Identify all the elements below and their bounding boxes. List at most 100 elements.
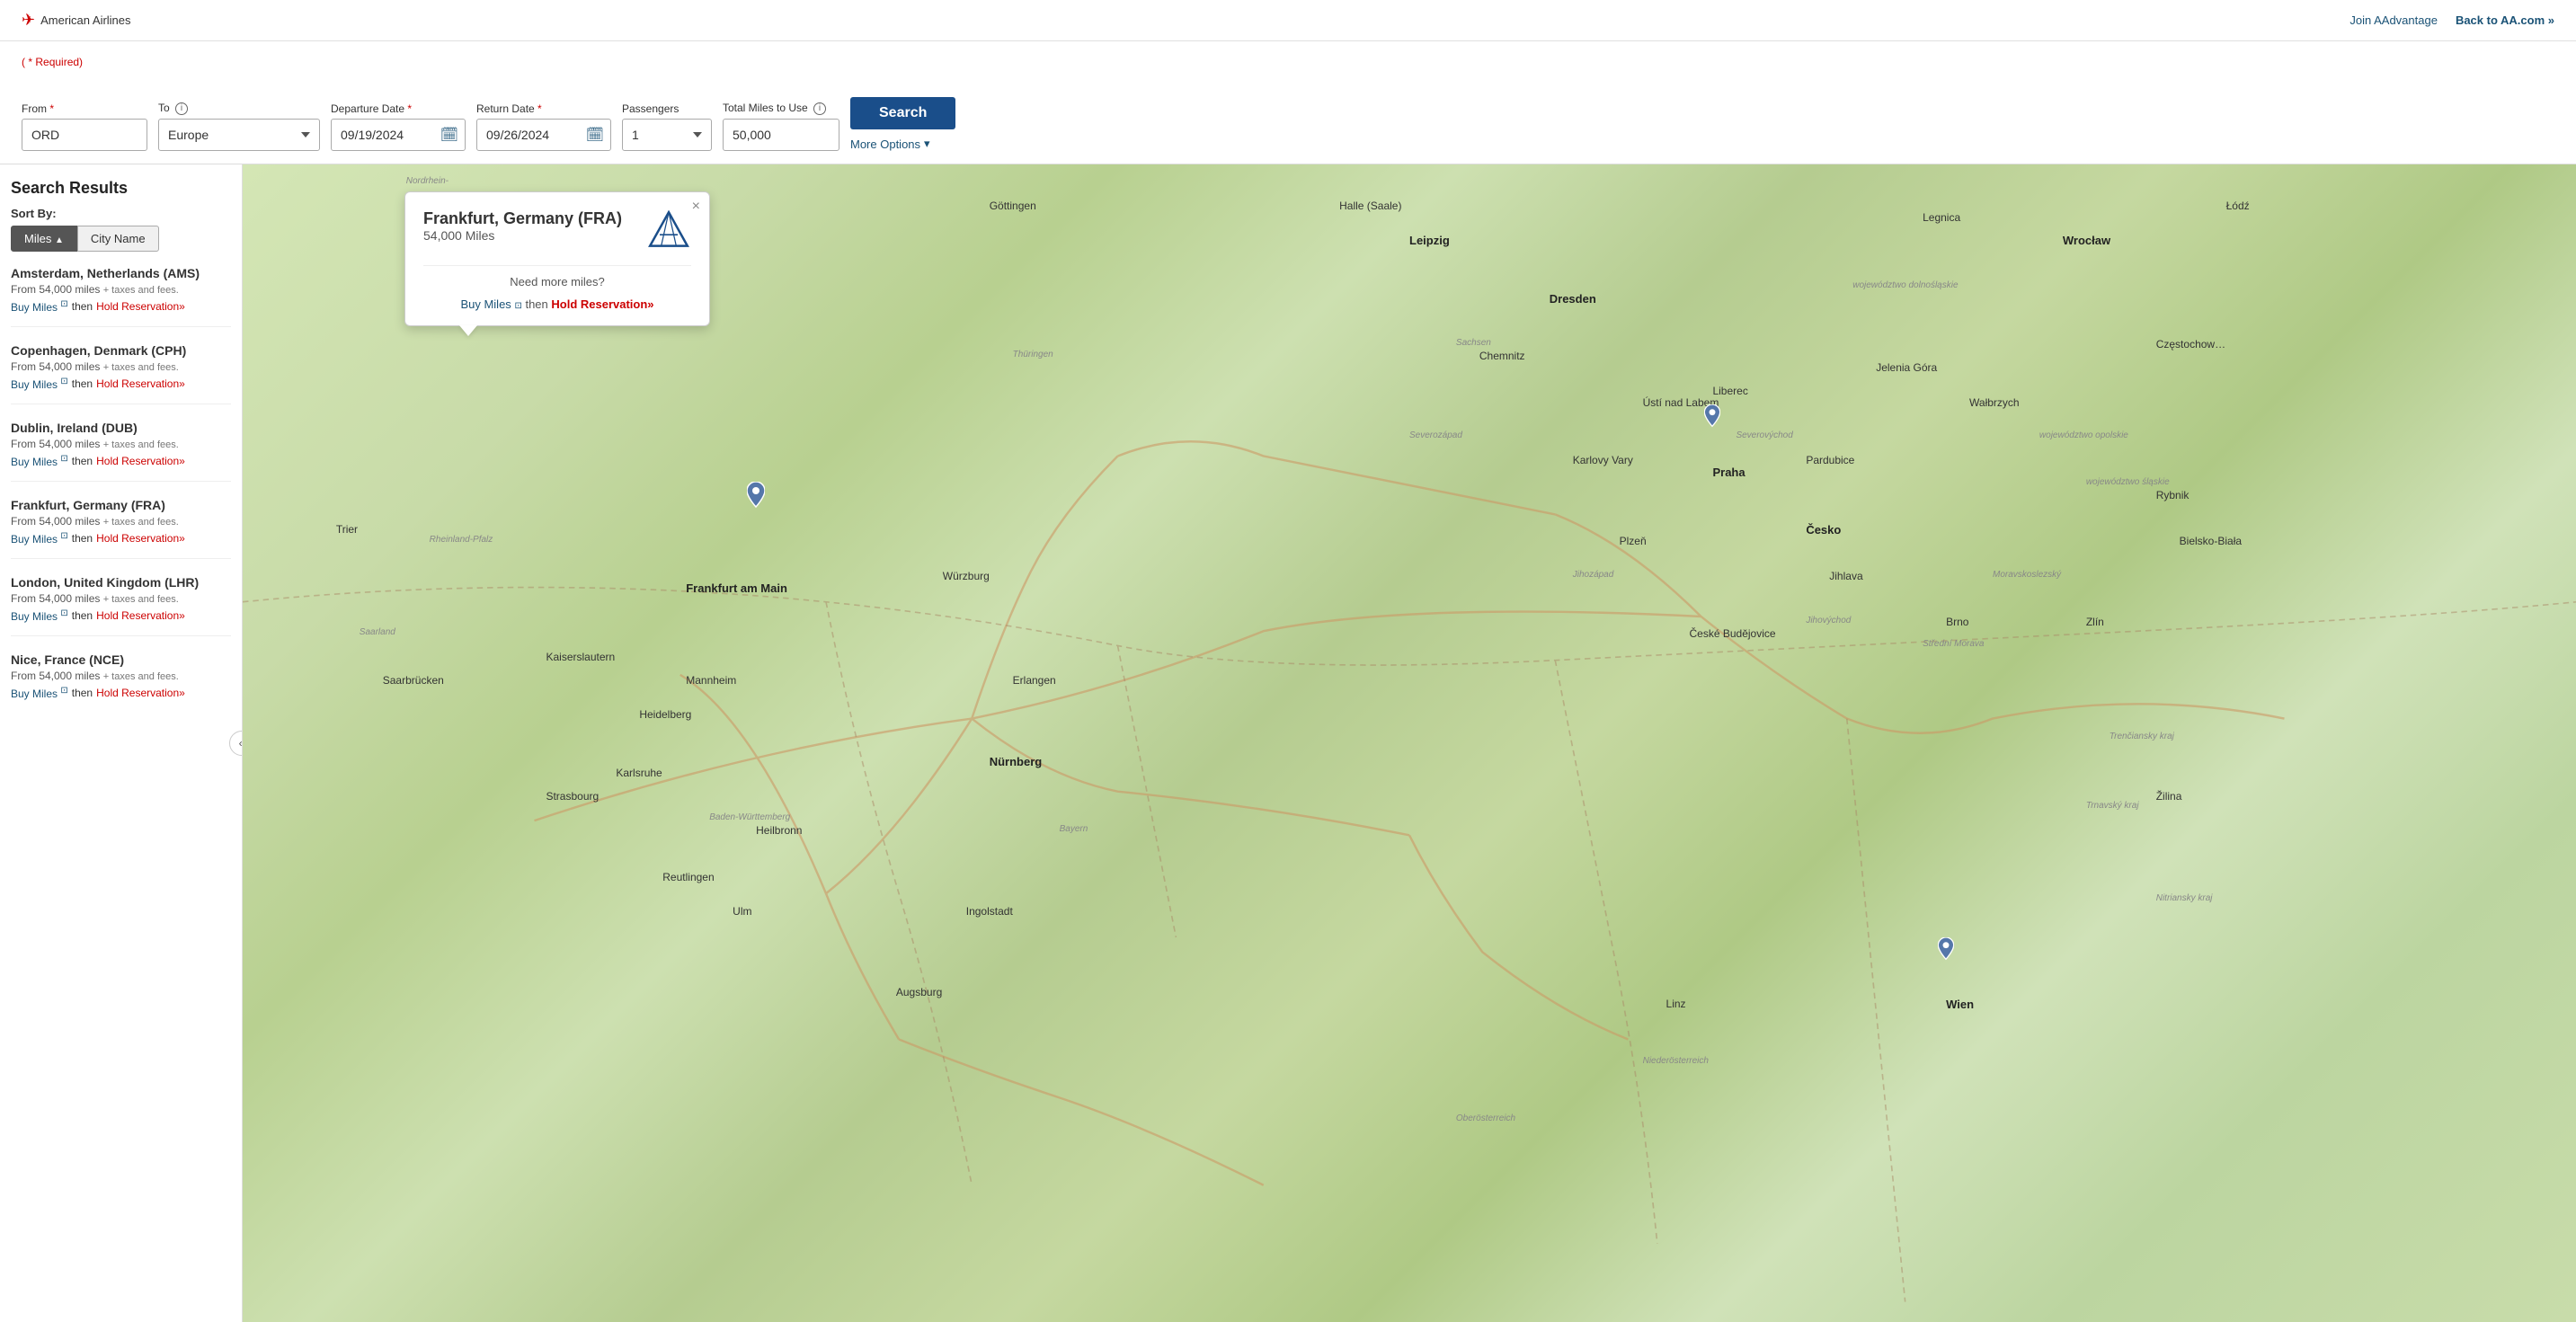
buy-miles-link[interactable]: Buy Miles ⊡ <box>11 454 68 468</box>
miles-info-icon[interactable]: i <box>813 102 826 115</box>
to-info-icon[interactable]: i <box>175 102 188 115</box>
result-links: Buy Miles ⊡ then Hold Reservation» <box>11 377 231 391</box>
back-to-aa-link[interactable]: Back to AA.com » <box>2456 13 2554 27</box>
departure-calendar-icon[interactable]: 🗓 <box>440 126 458 144</box>
search-area: ( * Required) From * To i Europe Asia Ca… <box>0 41 2576 164</box>
then-text: then <box>72 532 93 545</box>
result-links: Buy Miles ⊡ then Hold Reservation» <box>11 299 231 314</box>
popup-links: Buy Miles ⊡ then Hold Reservation» <box>423 297 691 311</box>
sort-by-city-button[interactable]: City Name <box>77 226 159 252</box>
result-miles: From 54,000 miles + taxes and fees. <box>11 360 231 373</box>
miles-input[interactable] <box>723 119 839 151</box>
search-button[interactable]: Search <box>850 97 955 129</box>
passengers-select[interactable]: 1 2 3 4 <box>622 119 712 151</box>
popup-city-info: Frankfurt, Germany (FRA) 54,000 Miles <box>423 209 622 256</box>
result-city-name: Frankfurt, Germany (FRA) <box>11 498 231 512</box>
then-text: then <box>72 687 93 699</box>
hold-reservation-link[interactable]: Hold Reservation» <box>96 687 185 699</box>
result-miles: From 54,000 miles + taxes and fees. <box>11 592 231 605</box>
departure-date-wrap: 🗓 <box>331 119 466 151</box>
then-text: then <box>72 455 93 467</box>
sort-by-miles-button[interactable]: Miles ▲ <box>11 226 77 252</box>
result-miles: From 54,000 miles + taxes and fees. <box>11 515 231 528</box>
return-calendar-icon[interactable]: 🗓 <box>586 126 604 144</box>
hold-reservation-link[interactable]: Hold Reservation» <box>96 377 185 390</box>
passengers-group: Passengers 1 2 3 4 <box>622 102 712 151</box>
external-link-icon: ⊡ <box>60 608 67 618</box>
list-item: Amsterdam, Netherlands (AMS) From 54,000… <box>11 266 231 327</box>
result-miles: From 54,000 miles + taxes and fees. <box>11 438 231 450</box>
main-content: Search Results Sort By: Miles ▲ City Nam… <box>0 164 2576 1322</box>
sort-arrow-icon: ▲ <box>55 235 64 245</box>
buy-miles-link[interactable]: Buy Miles ⊡ <box>11 686 68 700</box>
popup-hold-reservation-link[interactable]: Hold Reservation» <box>551 297 653 311</box>
miles-group: Total Miles to Use i <box>723 102 839 151</box>
from-input[interactable] <box>22 119 147 151</box>
buy-miles-link[interactable]: Buy Miles ⊡ <box>11 377 68 391</box>
hold-reservation-link[interactable]: Hold Reservation» <box>96 455 185 467</box>
external-link-icon: ⊡ <box>60 299 67 309</box>
list-item: Nice, France (NCE) From 54,000 miles + t… <box>11 652 231 713</box>
map-area: Göttingen Halle (Saale) Leipzig Legnica … <box>243 164 2576 1322</box>
return-date-wrap: 🗓 <box>476 119 611 151</box>
from-group: From * <box>22 102 147 151</box>
header-links: Join AAdvantage Back to AA.com » <box>2349 13 2554 27</box>
departure-label: Departure Date * <box>331 102 466 115</box>
popup-header: Frankfurt, Germany (FRA) 54,000 Miles <box>423 209 691 256</box>
map-popup: × Frankfurt, Germany (FRA) 54,000 Miles <box>404 191 710 326</box>
external-link-icon: ⊡ <box>60 377 67 386</box>
to-select[interactable]: Europe Asia Caribbean Mexico South Ameri… <box>158 119 320 151</box>
list-item: Frankfurt, Germany (FRA) From 54,000 mil… <box>11 498 231 559</box>
hold-reservation-link[interactable]: Hold Reservation» <box>96 532 185 545</box>
result-miles: From 54,000 miles + taxes and fees. <box>11 283 231 296</box>
result-city-name: Dublin, Ireland (DUB) <box>11 421 231 435</box>
external-link-icon: ⊡ <box>60 686 67 696</box>
sidebar-collapse-button[interactable]: « <box>229 731 243 756</box>
buy-miles-link[interactable]: Buy Miles ⊡ <box>11 608 68 623</box>
from-label: From * <box>22 102 147 115</box>
map-pin-wien[interactable] <box>1938 937 1954 963</box>
popup-then-text: then <box>525 297 547 311</box>
buy-miles-link[interactable]: Buy Miles ⊡ <box>11 299 68 314</box>
map-pin-frankfurt[interactable] <box>747 482 765 511</box>
list-item: Copenhagen, Denmark (CPH) From 54,000 mi… <box>11 343 231 404</box>
then-text: then <box>72 377 93 390</box>
popup-need-miles: Need more miles? <box>423 275 691 288</box>
buy-miles-link[interactable]: Buy Miles ⊡ <box>11 531 68 546</box>
result-city-name: Copenhagen, Denmark (CPH) <box>11 343 231 358</box>
result-links: Buy Miles ⊡ then Hold Reservation» <box>11 531 231 546</box>
aa-logo-icon <box>646 209 691 253</box>
sort-buttons: Miles ▲ City Name <box>11 226 231 252</box>
sidebar: Search Results Sort By: Miles ▲ City Nam… <box>0 164 243 1322</box>
list-item: London, United Kingdom (LHR) From 54,000… <box>11 575 231 636</box>
return-label: Return Date * <box>476 102 611 115</box>
results-list: Amsterdam, Netherlands (AMS) From 54,000… <box>11 266 231 713</box>
popup-miles: 54,000 Miles <box>423 228 622 243</box>
popup-divider <box>423 265 691 266</box>
aa-logo-symbol: ✈ <box>22 11 35 30</box>
to-label: To i <box>158 102 320 115</box>
then-text: then <box>72 300 93 313</box>
logo-text: American Airlines <box>40 13 130 27</box>
result-links: Buy Miles ⊡ then Hold Reservation» <box>11 608 231 623</box>
map-pin-praha[interactable] <box>1704 404 1720 430</box>
external-link-icon: ⊡ <box>60 531 67 541</box>
required-note: ( * Required) <box>22 56 2554 68</box>
hold-reservation-link[interactable]: Hold Reservation» <box>96 300 185 313</box>
more-options-link[interactable]: More Options ▾ <box>850 137 930 151</box>
hold-reservation-link[interactable]: Hold Reservation» <box>96 609 185 622</box>
popup-close-button[interactable]: × <box>692 200 700 214</box>
to-group: To i Europe Asia Caribbean Mexico South … <box>158 102 320 151</box>
chevron-down-icon: ▾ <box>924 137 930 151</box>
passengers-label: Passengers <box>622 102 712 115</box>
popup-city-name: Frankfurt, Germany (FRA) <box>423 209 622 229</box>
result-links: Buy Miles ⊡ then Hold Reservation» <box>11 686 231 700</box>
join-aadvantage-link[interactable]: Join AAdvantage <box>2349 13 2438 27</box>
miles-label: Total Miles to Use i <box>723 102 839 115</box>
search-btn-area: Search More Options ▾ <box>850 79 955 151</box>
popup-external-icon: ⊡ <box>514 301 521 311</box>
popup-aa-logo <box>646 209 691 256</box>
popup-buy-miles-link[interactable]: Buy Miles ⊡ <box>460 297 525 311</box>
result-city-name: London, United Kingdom (LHR) <box>11 575 231 590</box>
list-item: Dublin, Ireland (DUB) From 54,000 miles … <box>11 421 231 482</box>
